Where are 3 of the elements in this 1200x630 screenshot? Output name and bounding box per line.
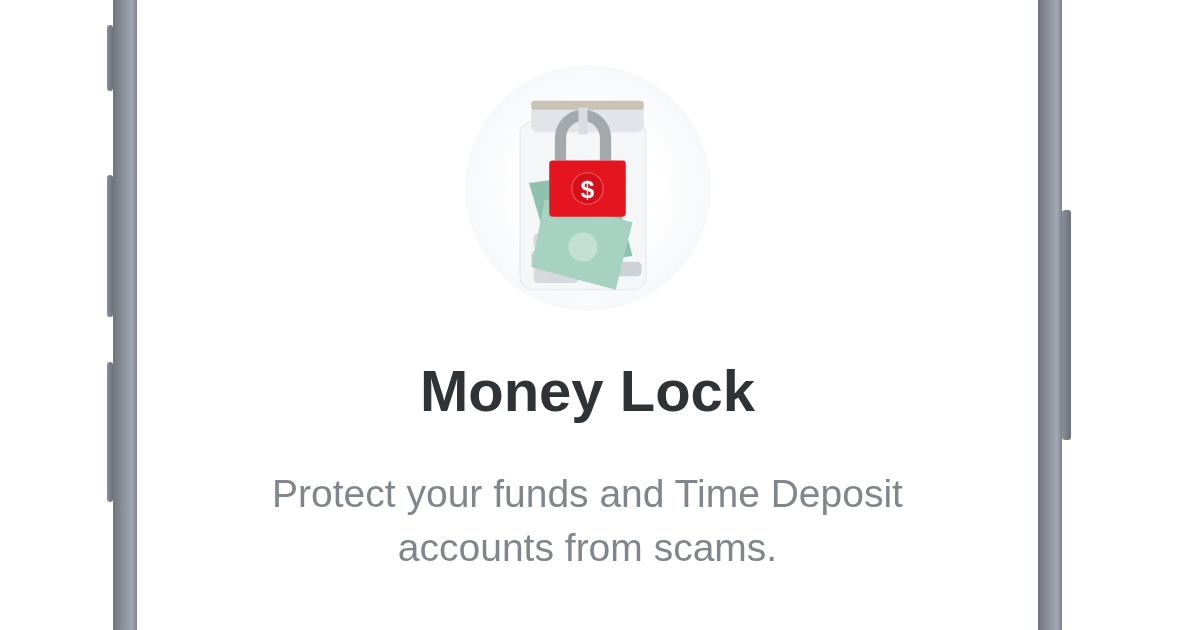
description-text: Protect your funds and Time Deposit accounts from scams. <box>271 471 904 571</box>
screen-title: Money Lock <box>419 361 756 421</box>
dollar-sign: $ <box>580 175 595 202</box>
